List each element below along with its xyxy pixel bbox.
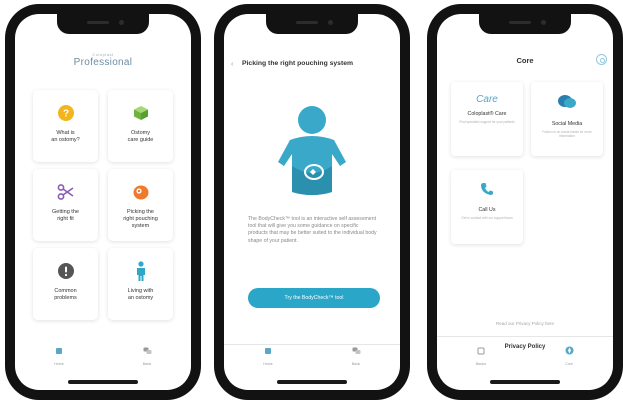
home-indicator[interactable] bbox=[490, 380, 560, 384]
tab-label: Basic bbox=[351, 362, 361, 366]
care-logo-icon: Care bbox=[476, 94, 498, 105]
tile-label: What is an ostomy? bbox=[51, 130, 80, 143]
home-indicator[interactable] bbox=[68, 380, 138, 384]
card-description: Get in contact with our support team bbox=[461, 216, 513, 220]
back-arrow-icon[interactable]: ‹ bbox=[231, 61, 233, 68]
screen: Core Care Coloplast® Care Find specialis… bbox=[437, 14, 613, 390]
tile-label: Living with an ostomy bbox=[127, 288, 154, 301]
page-title: Core bbox=[516, 56, 534, 65]
try-bodycheck-button[interactable]: Try the BodyCheck™ tool bbox=[248, 288, 380, 308]
chat-icon bbox=[143, 342, 152, 360]
tab-label: Basics bbox=[475, 362, 487, 366]
phone-icon bbox=[480, 182, 494, 201]
page-title: Picking the right pouching system bbox=[242, 60, 354, 67]
tab-label: Core bbox=[565, 362, 573, 366]
app-logo: Coloplast Professional bbox=[15, 52, 191, 68]
tile-ostomy-care-guide[interactable]: Ostomy care guide bbox=[108, 90, 173, 162]
screen: ‹ Picking the right pouching system The … bbox=[224, 14, 400, 390]
tile-common-problems[interactable]: Common problems bbox=[33, 248, 98, 320]
person-icon bbox=[132, 261, 150, 281]
book-icon bbox=[477, 342, 485, 360]
tab-basics[interactable]: Basics bbox=[456, 342, 506, 372]
chat-icon bbox=[352, 342, 361, 360]
tile-picking-pouching-system[interactable]: Picking the right pouching system bbox=[108, 169, 173, 241]
pouch-icon bbox=[132, 183, 150, 201]
tile-label: Ostomy care guide bbox=[127, 130, 154, 143]
card-title: Social Media bbox=[551, 121, 583, 127]
phone-pouching-screen: ‹ Picking the right pouching system The … bbox=[214, 4, 410, 400]
phone-home-screen: Coloplast Professional ? What is an osto… bbox=[5, 4, 201, 400]
card-title: Call Us bbox=[478, 207, 496, 213]
card-title: Coloplast® Care bbox=[467, 111, 507, 117]
home-icon bbox=[264, 342, 272, 360]
tab-home[interactable]: Home bbox=[243, 342, 293, 372]
tab-bar: Home Basic bbox=[15, 342, 191, 372]
svg-text:?: ? bbox=[62, 109, 68, 120]
body-illustration bbox=[260, 100, 364, 204]
question-icon: ? bbox=[57, 104, 75, 122]
screen: Coloplast Professional ? What is an osto… bbox=[15, 14, 191, 390]
notch bbox=[266, 14, 358, 34]
speech-bubbles-icon bbox=[557, 94, 577, 115]
tab-home[interactable]: Home bbox=[34, 342, 84, 372]
notch bbox=[57, 14, 149, 34]
card-coloplast-care[interactable]: Care Coloplast® Care Find specialist sup… bbox=[451, 82, 523, 156]
home-icon bbox=[55, 342, 63, 360]
tab-bar: Home Basic bbox=[224, 342, 400, 372]
logo-product: Professional bbox=[73, 57, 133, 68]
card-description: Follow us on social media for more infor… bbox=[542, 130, 592, 139]
tab-label: Home bbox=[54, 362, 64, 366]
tile-label: Getting the right fit bbox=[52, 209, 79, 222]
tab-basic[interactable]: Basic bbox=[122, 342, 172, 372]
card-description: Find specialist support for your patient… bbox=[459, 120, 515, 124]
tab-bar: Basics Core bbox=[437, 342, 613, 372]
tile-label: Picking the right pouching system bbox=[123, 209, 158, 229]
divider bbox=[437, 336, 613, 337]
tab-label: Home bbox=[263, 362, 273, 366]
home-indicator[interactable] bbox=[277, 380, 347, 384]
notch bbox=[479, 14, 571, 34]
compass-icon bbox=[565, 342, 574, 360]
card-social-media[interactable]: Social Media Follow us on social media f… bbox=[531, 82, 603, 156]
tab-basic[interactable]: Basic bbox=[331, 342, 381, 372]
card-call-us[interactable]: Call Us Get in contact with our support … bbox=[451, 170, 523, 244]
tab-core[interactable]: Core bbox=[544, 342, 594, 372]
tile-getting-right-fit[interactable]: Getting the right fit bbox=[33, 169, 98, 241]
privacy-policy-link[interactable]: Read our Privacy Policy here bbox=[437, 321, 613, 326]
tab-label: Basic bbox=[142, 362, 152, 366]
gear-icon[interactable] bbox=[596, 54, 607, 65]
tile-what-is-ostomy[interactable]: ? What is an ostomy? bbox=[33, 90, 98, 162]
topic-grid: ? What is an ostomy? Ostomy care guide G… bbox=[33, 90, 173, 320]
tile-living-with-ostomy[interactable]: Living with an ostomy bbox=[108, 248, 173, 320]
box-icon bbox=[132, 104, 150, 122]
tile-label: Common problems bbox=[54, 288, 77, 301]
phone-core-screen: Core Care Coloplast® Care Find specialis… bbox=[427, 4, 623, 400]
scissors-icon bbox=[57, 183, 75, 201]
alert-icon bbox=[57, 262, 75, 280]
bodycheck-description: The BodyCheck™ tool is an interactive se… bbox=[248, 216, 377, 244]
